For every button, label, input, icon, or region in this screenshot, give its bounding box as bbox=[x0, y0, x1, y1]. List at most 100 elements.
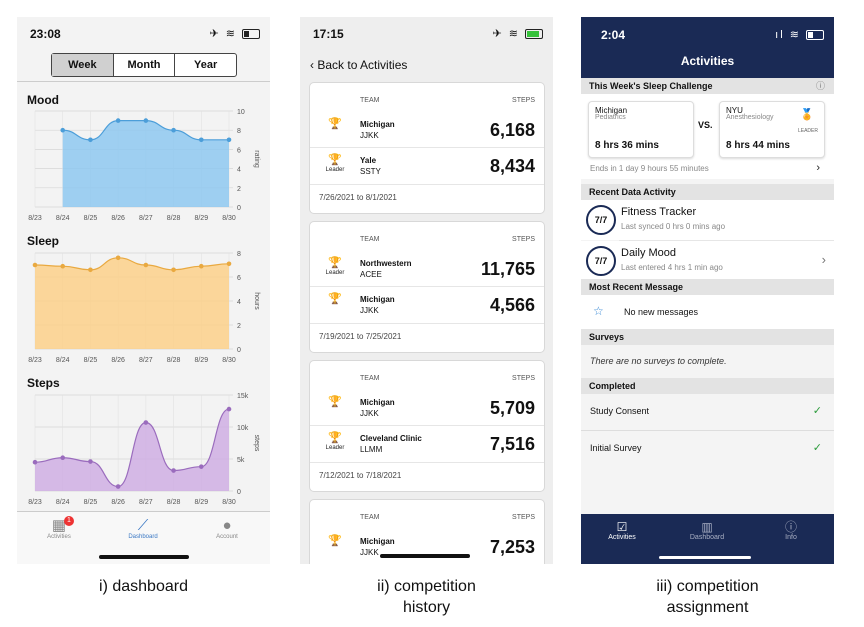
y-tick-label: 0 bbox=[237, 489, 241, 496]
x-tick-label: 8/25 bbox=[84, 499, 98, 506]
activity-sub: Last synced 0 hrs 0 mins ago bbox=[621, 222, 726, 231]
data-point bbox=[171, 468, 176, 473]
tab-label: Activities bbox=[47, 534, 71, 540]
chart-icon: ⟋ bbox=[137, 517, 149, 534]
team-code: SSTY bbox=[360, 167, 381, 176]
data-point bbox=[88, 137, 93, 143]
battery-icon bbox=[806, 30, 824, 41]
activity-sub: Last entered 4 hrs 1 min ago bbox=[621, 263, 723, 272]
row-divider bbox=[310, 147, 544, 148]
tab-activities[interactable]: ▦ 1 Activities bbox=[19, 516, 99, 540]
fitness-tracker-item[interactable]: 7/7 Fitness Tracker Last synced 0 hrs 0 … bbox=[581, 200, 834, 240]
x-tick-label: 8/28 bbox=[167, 215, 181, 222]
y-axis-label: hours bbox=[253, 292, 260, 310]
chevron-right-icon: › bbox=[816, 162, 820, 174]
y-tick-label: 4 bbox=[237, 299, 241, 306]
section-title: This Week's Sleep Challenge bbox=[589, 81, 713, 91]
tab-info[interactable]: ⓘ Info bbox=[761, 520, 821, 541]
leader-label: Leader bbox=[325, 445, 345, 451]
check-icon: ✓ bbox=[812, 405, 822, 417]
data-point bbox=[226, 406, 232, 412]
tab-dashboard[interactable]: ▥ Dashboard bbox=[677, 520, 737, 541]
mood-chart: 10 8 6 4 2 0 8/23 8/24 8/25 8/26 8/27 8/28 8/29 8/30 r… bbox=[28, 109, 260, 222]
competition-card: TEAM STEPS 🏆 Leader Northwestern ACEE 11,7… bbox=[309, 221, 545, 353]
team-row: 🏆 Leader Cleveland Clinic LLMM 7,516 bbox=[310, 427, 544, 461]
tab-label: Info bbox=[785, 534, 797, 541]
steps-value: 6,168 bbox=[489, 120, 535, 140]
y-axis-label: steps bbox=[253, 435, 260, 452]
date-range: 7/12/2021 to 7/18/2021 bbox=[319, 471, 402, 480]
steps-value: 4,566 bbox=[489, 295, 535, 315]
leader-badge: LEADER bbox=[797, 128, 818, 134]
challenge-ends-row[interactable]: Ends in 1 day 9 hours 55 minutes › bbox=[590, 162, 826, 174]
segment-month[interactable]: Month bbox=[114, 54, 176, 76]
tab-account[interactable]: ● Account bbox=[187, 518, 267, 541]
x-tick-label: 8/27 bbox=[139, 357, 153, 364]
steps-value: 11,765 bbox=[480, 259, 535, 279]
team-column-header: TEAM bbox=[360, 97, 380, 104]
dashboard-screen: 23:08 ✈ ≋ Week Month Year Mood 10 8 6 4 2 0 8/… bbox=[17, 17, 270, 564]
trophy-icon: 🏆 Leader bbox=[325, 154, 345, 173]
status-bar: 17:15 ✈ ≋ bbox=[300, 17, 553, 47]
data-point bbox=[226, 261, 232, 267]
team-row: 🏆 Michigan JJKK 5,709 bbox=[310, 391, 544, 425]
segment-year[interactable]: Year bbox=[175, 54, 236, 76]
page-title: Activities bbox=[680, 54, 735, 68]
caption-history-line2: history bbox=[402, 599, 451, 616]
tab-dashboard[interactable]: ⟋ Dashboard bbox=[103, 517, 183, 541]
row-divider bbox=[310, 323, 544, 324]
x-tick-label: 8/24 bbox=[56, 357, 70, 364]
data-point bbox=[60, 455, 66, 461]
tab-activities[interactable]: ☑ Activities bbox=[592, 520, 652, 541]
y-tick-label: 6 bbox=[237, 147, 241, 154]
x-tick-label: 8/26 bbox=[111, 215, 125, 222]
trophy-icon: 🏆 bbox=[328, 396, 342, 408]
steps-column-header: STEPS bbox=[512, 514, 535, 521]
completed-title: Study Consent bbox=[590, 406, 650, 416]
team-row: 🏆 Michigan JJKK 4,566 bbox=[310, 288, 544, 322]
x-tick-label: 8/25 bbox=[84, 357, 98, 364]
team-name: Michigan bbox=[360, 537, 395, 546]
competition-assignment-screen: 2:04 ıl ≋ Activities This Week's Sleep C… bbox=[581, 17, 834, 564]
status-bar: 23:08 ✈ ≋ bbox=[17, 17, 270, 47]
sleep-chart-title: Sleep bbox=[27, 234, 60, 248]
x-tick-label: 8/23 bbox=[28, 215, 42, 222]
y-tick-label: 8 bbox=[237, 128, 241, 135]
x-tick-label: 8/23 bbox=[28, 499, 42, 506]
data-point bbox=[60, 263, 66, 269]
completed-item[interactable]: Study Consent ✓ bbox=[581, 394, 834, 430]
series-area bbox=[62, 120, 229, 207]
check-icon: ✓ bbox=[812, 442, 822, 454]
team-code: JJKK bbox=[360, 131, 379, 140]
date-range: 7/19/2021 to 7/25/2021 bbox=[319, 332, 402, 341]
medal-icon: 🏅 bbox=[800, 109, 814, 121]
surveys-text: There are no surveys to complete. bbox=[590, 356, 727, 366]
info-icon[interactable]: ⓘ bbox=[816, 78, 825, 94]
series-area bbox=[35, 257, 229, 349]
daily-mood-item[interactable]: 7/7 Daily Mood Last entered 4 hrs 1 min … bbox=[581, 241, 834, 281]
team-name: Northwestern bbox=[360, 259, 412, 268]
steps-column-header: STEPS bbox=[512, 236, 535, 243]
notification-badge: 1 bbox=[64, 516, 74, 526]
tab-label: Account bbox=[216, 534, 238, 540]
team-sub: Anesthesiology bbox=[726, 114, 774, 121]
data-point bbox=[32, 459, 38, 465]
status-icons: ıl ≋ bbox=[775, 28, 824, 41]
data-point bbox=[60, 127, 66, 133]
divider bbox=[17, 81, 270, 82]
data-point bbox=[143, 118, 149, 123]
back-to-activities-link[interactable]: ‹ Back to Activities bbox=[310, 58, 407, 72]
steps-value: 5,709 bbox=[489, 398, 535, 418]
home-indicator bbox=[659, 556, 751, 559]
completed-item[interactable]: Initial Survey ✓ bbox=[581, 431, 834, 467]
x-tick-label: 8/26 bbox=[111, 499, 125, 506]
message-row[interactable]: ☆ No new messages bbox=[581, 295, 834, 329]
vs-label: VS. bbox=[698, 120, 713, 130]
segment-week[interactable]: Week bbox=[52, 54, 114, 76]
y-tick-label: 0 bbox=[237, 347, 241, 354]
steps-chart: 15k 10k 5k 0 8/23 8/24 8/25 8/26 8/27 8/28 8/29 8/3… bbox=[28, 393, 260, 506]
caption-assignment-line2: assignment bbox=[666, 599, 749, 616]
team-code: ACEE bbox=[360, 270, 382, 279]
chart-icon: ▥ bbox=[701, 520, 713, 534]
y-tick-label: 15k bbox=[237, 393, 249, 400]
